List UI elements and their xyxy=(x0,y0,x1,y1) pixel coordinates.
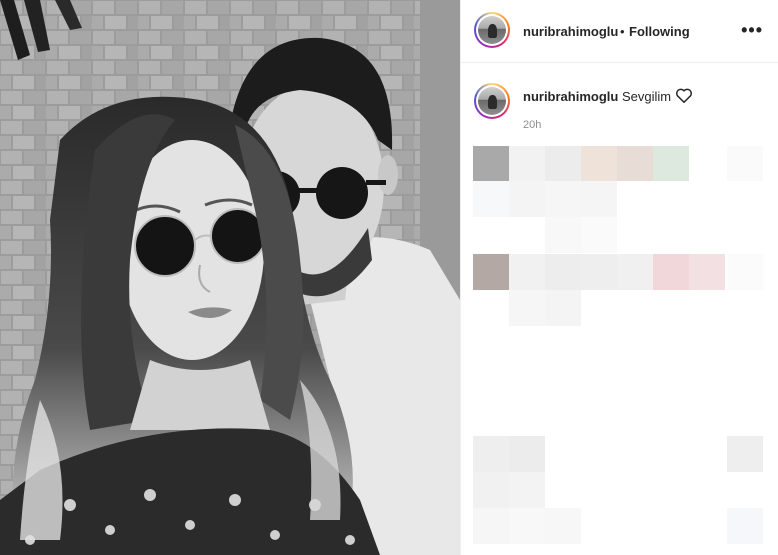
blur-block xyxy=(545,181,581,217)
author-avatar[interactable] xyxy=(474,12,510,48)
following-button[interactable]: Following xyxy=(629,24,690,39)
post-photo-image xyxy=(0,0,460,555)
blur-block xyxy=(509,254,545,290)
blur-block xyxy=(473,472,509,508)
caption-author-avatar[interactable] xyxy=(474,83,510,119)
post-photo[interactable] xyxy=(0,0,460,555)
blur-block xyxy=(727,146,763,181)
blur-block xyxy=(653,254,689,290)
blur-block xyxy=(581,254,617,290)
blur-block xyxy=(617,146,653,181)
blur-block xyxy=(581,181,617,217)
post-sidebar: nuribrahimoglu • Following ••• nuribrahi… xyxy=(460,0,778,555)
caption-username[interactable]: nuribrahimoglu xyxy=(523,89,618,104)
blur-block xyxy=(581,217,617,253)
blur-block xyxy=(727,436,763,472)
blur-block xyxy=(727,254,763,290)
blur-block xyxy=(545,217,581,253)
blur-block xyxy=(545,290,581,326)
blur-block xyxy=(617,254,653,290)
blur-block xyxy=(473,146,509,181)
blur-block xyxy=(509,436,545,472)
blur-block xyxy=(727,508,763,544)
blur-block xyxy=(473,181,509,217)
blur-block xyxy=(545,254,581,290)
blur-block xyxy=(473,254,509,290)
blur-block xyxy=(545,508,581,544)
blur-block xyxy=(509,146,545,181)
blur-block xyxy=(473,508,509,544)
blur-block xyxy=(473,436,509,472)
blur-block xyxy=(653,146,689,181)
blur-block xyxy=(509,181,545,217)
blur-block xyxy=(581,146,617,181)
blur-block xyxy=(509,508,545,544)
author-username[interactable]: nuribrahimoglu xyxy=(523,24,618,39)
post-timestamp: 20h xyxy=(523,119,542,131)
separator-dot: • xyxy=(620,24,625,39)
caption-text: Sevgilim xyxy=(622,89,672,104)
blur-block xyxy=(689,254,725,290)
blur-block xyxy=(509,290,545,326)
blur-block xyxy=(545,146,581,181)
more-options-icon[interactable]: ••• xyxy=(741,20,763,41)
blur-block xyxy=(509,472,545,508)
heart-icon[interactable] xyxy=(675,87,693,104)
post-header: nuribrahimoglu • Following ••• xyxy=(461,0,778,63)
